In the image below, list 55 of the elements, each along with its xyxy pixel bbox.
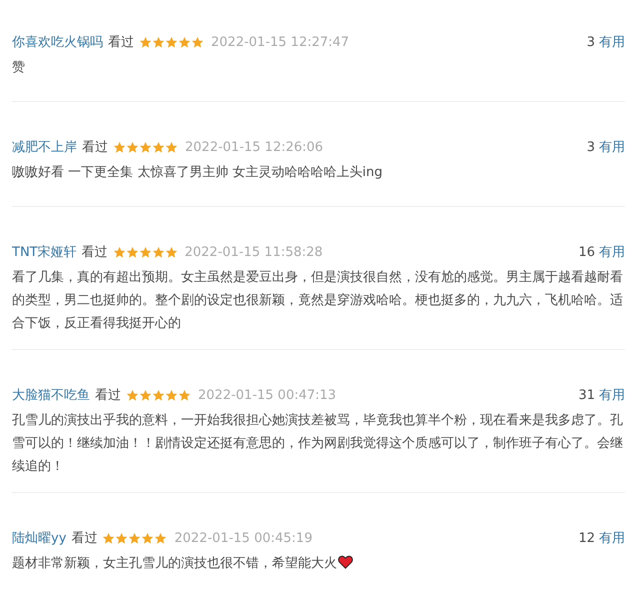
- star-icon: [152, 36, 165, 48]
- user-link[interactable]: 减肥不上岸: [12, 138, 77, 156]
- star-icon: [164, 246, 178, 258]
- star-icon: [112, 246, 126, 258]
- user-link[interactable]: 你喜欢吃火锅吗: [12, 33, 103, 51]
- star-icon: [126, 246, 139, 258]
- star-icon: [139, 388, 152, 402]
- watch-status: 看过: [108, 34, 134, 51]
- star-icon: [178, 36, 191, 48]
- comment-time: 2022-01-15 11:58:28: [184, 244, 323, 260]
- star-icon: [115, 532, 128, 544]
- vote-count: 31: [578, 388, 595, 402]
- star-icon: [165, 140, 178, 154]
- user-link[interactable]: 大脸猫不吃鱼: [12, 386, 90, 404]
- user-link[interactable]: 陆灿曜yy: [12, 529, 66, 547]
- useful-link[interactable]: 有用: [599, 529, 625, 547]
- star-icon: [102, 532, 116, 544]
- star-icon: [165, 36, 178, 48]
- watch-status: 看过: [71, 530, 98, 547]
- star-icon: [128, 532, 142, 544]
- star-icon: [154, 532, 168, 544]
- star-icon: [126, 388, 139, 402]
- vote-count: 12: [578, 530, 595, 546]
- vote-count: 16: [578, 244, 595, 260]
- useful-link[interactable]: 有用: [599, 243, 625, 261]
- star-icon: [139, 36, 152, 48]
- star-icon: [139, 140, 152, 154]
- star-icon: [152, 140, 165, 154]
- watch-status: 看过: [82, 244, 108, 261]
- useful-link[interactable]: 有用: [599, 33, 625, 51]
- comment-text: 孔雪儿的演技出乎我的意料，一开始我很担心她演技差被骂，毕竟我也算半个粉，现在看来是我多虑了。孔雪可以的！继续加油！！剧情设定还挺有意思的，作为网剧我觉得这个质感可以了，制作班子有心了。会继续追的！: [12, 413, 623, 474]
- watch-status: 看过: [82, 139, 108, 156]
- star-icon: [178, 388, 191, 402]
- vote-count: 3: [586, 140, 595, 154]
- star-icon: [191, 36, 204, 48]
- comment-text: 看了几集，真的有超出预期。女主虽然是爱豆出身，但是演技很自然，没有尬的感觉。男主属于越看越耐看的类型，男二也挺帅的。整个剧的设定也很新颖，竟然是穿游戏哈哈。梗也挺多的，九九六，飞机哈哈。适合下饭，反正看得我挺开心的: [12, 270, 623, 331]
- comment-time: 2022-01-15 12:26:06: [185, 140, 324, 154]
- useful-link[interactable]: 有用: [599, 138, 625, 156]
- watch-status: 看过: [95, 387, 121, 404]
- comment-time: 2022-01-15 12:27:47: [211, 34, 350, 50]
- comment-text: 赞: [12, 60, 25, 75]
- vote-count: 3: [586, 34, 595, 50]
- star-icon: [138, 246, 152, 258]
- star-icon: [152, 246, 165, 258]
- star-icon: [152, 388, 165, 402]
- user-link[interactable]: TNT宋娅轩: [12, 243, 77, 261]
- star-icon: [141, 532, 154, 544]
- star-icon: [113, 140, 126, 154]
- comment-text: 题材非常新颖，女主孔雪儿的演技也很不错，希望能大火: [12, 556, 337, 571]
- comment-text: 嗷嗷好看 一下更全集 太惊喜了男主帅 女主灵动哈哈哈哈上头ing: [12, 165, 382, 180]
- star-icon: [165, 388, 178, 402]
- useful-link[interactable]: 有用: [599, 386, 625, 404]
- comment-time: 2022-01-15 00:45:19: [174, 530, 312, 546]
- comment-time: 2022-01-15 00:47:13: [198, 388, 336, 402]
- star-icon: [126, 140, 139, 154]
